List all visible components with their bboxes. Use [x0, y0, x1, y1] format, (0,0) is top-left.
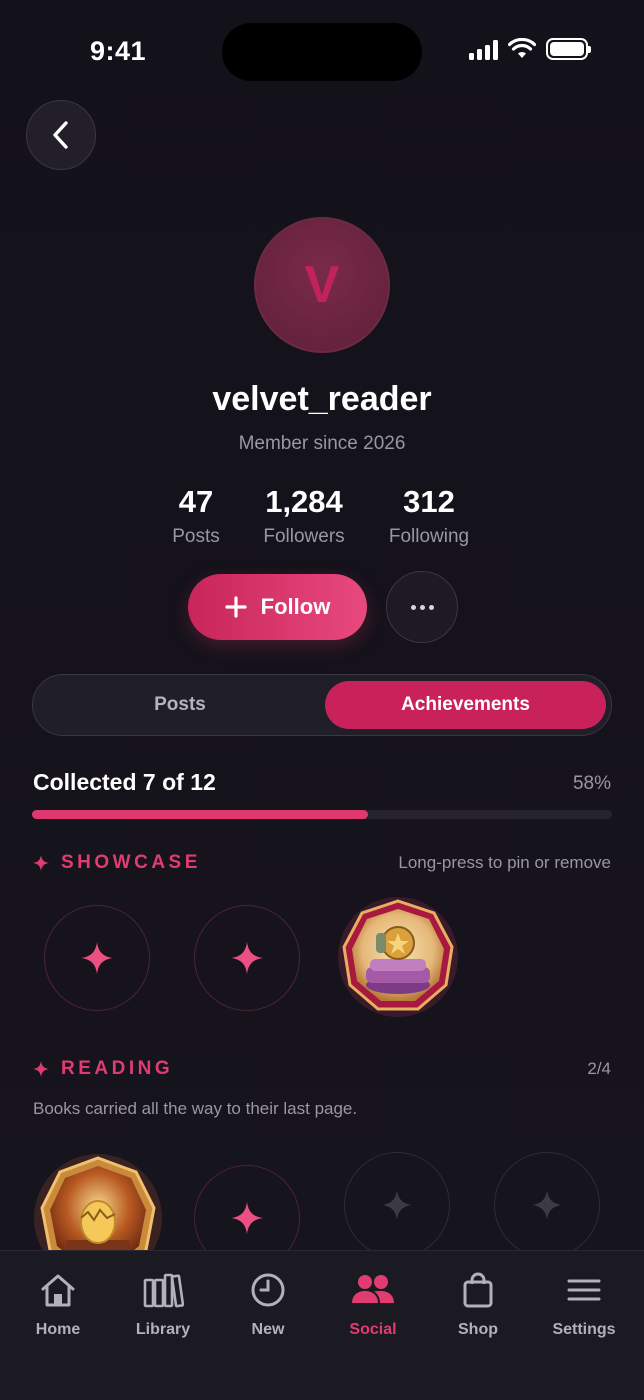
follow-label: Follow [260, 594, 331, 619]
status-time: 9:41 [90, 36, 147, 66]
tab-achievements[interactable]: Achievements [325, 681, 606, 729]
reading-slot-locked[interactable] [494, 1152, 600, 1258]
profile-screen: 9:41 V velvet_reader Member since 2026 4… [0, 0, 644, 1400]
stat-value: 1,284 [265, 484, 343, 519]
status-icons [469, 38, 591, 60]
clock-icon [251, 1273, 285, 1307]
sparkle-icon [532, 1190, 562, 1220]
sparkle-icon [33, 1061, 49, 1077]
tab-new[interactable]: New [218, 1271, 318, 1339]
reading-title: READING [61, 1058, 174, 1079]
tab-label: Shop [458, 1321, 498, 1338]
reading-header: READING [33, 1058, 173, 1080]
stat-following[interactable]: 312 Following [379, 484, 479, 548]
home-icon [41, 1274, 75, 1307]
chevron-left-icon [53, 121, 68, 149]
tab-label: New [251, 1321, 285, 1338]
showcase-header: SHOWCASE [33, 852, 201, 874]
sparkle-icon [81, 942, 113, 974]
progress-bar [32, 810, 612, 819]
stat-label: Followers [263, 526, 345, 547]
tab-label: Home [35, 1321, 81, 1338]
stat-value: 312 [403, 484, 455, 519]
stat-label: Following [388, 526, 470, 547]
tab-social[interactable]: Social [323, 1271, 423, 1339]
plus-icon [225, 596, 247, 618]
library-icon [143, 1273, 184, 1308]
cushion-medal-badge[interactable] [336, 895, 460, 1019]
progress-fill [32, 810, 369, 819]
people-icon [352, 1275, 394, 1303]
dynamic-island [222, 23, 422, 81]
tab-library[interactable]: Library [113, 1271, 213, 1339]
showcase-hint: Long-press to pin or remove [398, 853, 611, 872]
stat-posts[interactable]: 47 Posts [166, 484, 226, 548]
collected-count: Collected 7 of 12 [33, 769, 216, 795]
wifi-icon [508, 38, 536, 58]
tab-label: Library [135, 1321, 191, 1338]
sparkle-icon [231, 942, 263, 974]
sparkle-icon [382, 1190, 412, 1220]
cellular-signal-icon [469, 38, 498, 60]
avatar-initial: V [304, 256, 340, 314]
collected-percent: 58% [572, 773, 611, 794]
reading-description: Books carried all the way to their last … [33, 1099, 358, 1118]
bottom-tab-bar: Home Library New Social Shop Settings [0, 1250, 644, 1400]
showcase-slot-empty[interactable] [44, 905, 150, 1011]
avatar: V [254, 217, 390, 353]
bag-icon [463, 1272, 493, 1308]
reading-count: 2/4 [587, 1059, 611, 1078]
tab-settings[interactable]: Settings [534, 1271, 634, 1339]
more-options-button[interactable] [386, 571, 458, 643]
stat-label: Posts [172, 526, 220, 547]
profile-tabs: Posts Achievements [32, 674, 612, 736]
sparkle-icon [33, 855, 49, 871]
sparkle-icon [231, 1202, 263, 1234]
battery-icon [546, 38, 591, 60]
tab-label: Social [349, 1321, 397, 1338]
stat-followers[interactable]: 1,284 Followers [249, 484, 359, 548]
follow-button[interactable]: Follow [188, 574, 367, 640]
stat-value: 47 [178, 484, 214, 519]
showcase-slot-empty[interactable] [194, 905, 300, 1011]
member-since: Member since 2026 [238, 433, 406, 454]
username: velvet_reader [212, 380, 432, 418]
back-button[interactable] [26, 100, 96, 170]
reading-slot-locked[interactable] [344, 1152, 450, 1258]
tab-shop[interactable]: Shop [428, 1271, 528, 1339]
menu-icon [567, 1279, 601, 1301]
tab-home[interactable]: Home [8, 1271, 108, 1339]
tab-posts[interactable]: Posts [39, 681, 321, 729]
showcase-title: SHOWCASE [61, 852, 201, 873]
ellipsis-icon [410, 604, 416, 610]
tab-label: Settings [552, 1321, 616, 1338]
